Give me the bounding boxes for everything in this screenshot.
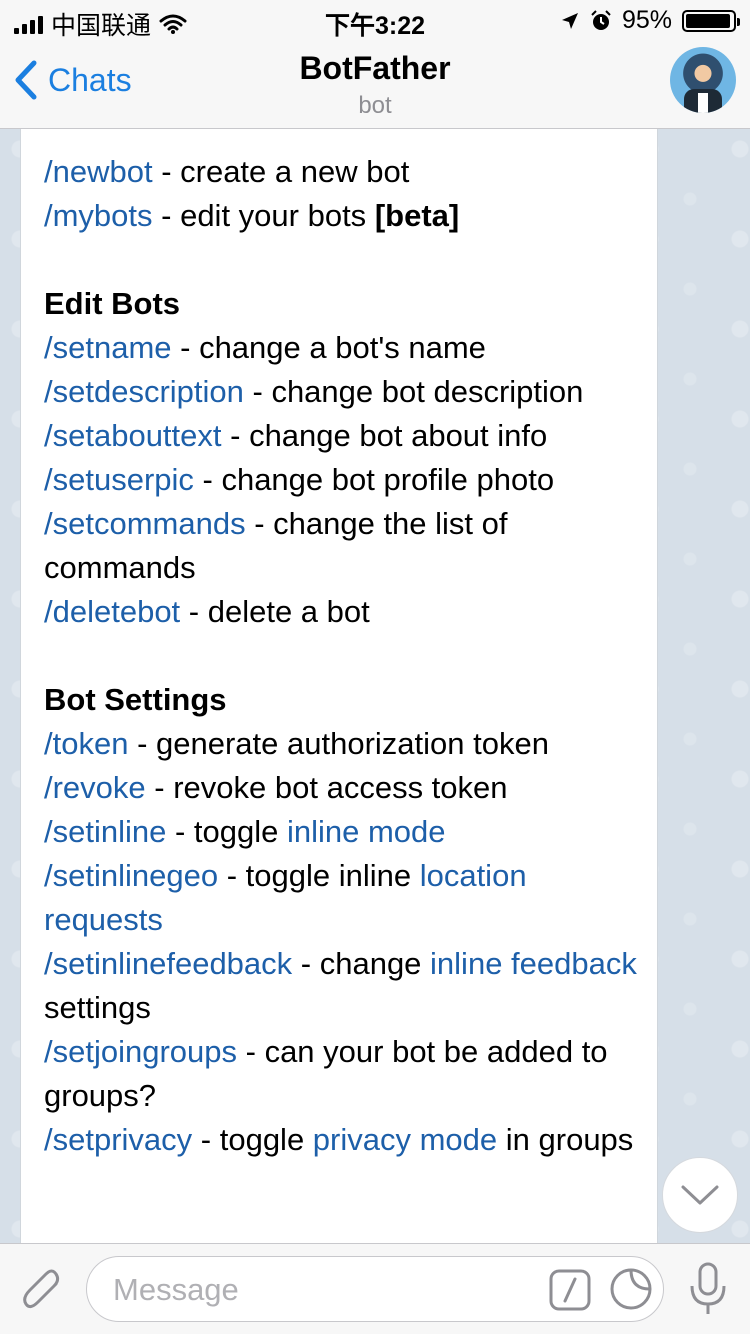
status-right: 95% [560,6,740,35]
command-description: - toggle [166,814,287,849]
message-line: /setinline - toggle inline mode [44,810,644,854]
command-description: - delete a bot [180,594,370,629]
message-line: /setuserpic - change bot profile photo [44,458,644,502]
message-line: /setjoingroups - can your bot be added t… [44,1030,644,1118]
message-line: /token - generate authorization token [44,722,644,766]
command-link[interactable]: /setcommands [44,506,246,541]
command-link[interactable]: /newbot [44,154,153,189]
message-line: /setdescription - change bot description [44,370,644,414]
message-line: /setprivacy - toggle privacy mode in gro… [44,1118,644,1162]
command-link[interactable]: /setprivacy [44,1122,192,1157]
command-description: - change bot profile photo [193,462,555,497]
message-line: /setname - change a bot's name [44,326,644,370]
battery-icon [682,9,740,32]
command-link[interactable]: /setuserpic [44,462,194,497]
microphone-icon[interactable] [688,1262,728,1318]
command-description: - create a new bot [152,154,410,189]
chat-subtitle: bot [358,92,392,119]
command-description: - revoke bot access token [145,770,508,805]
avatar[interactable] [670,47,736,113]
slash-command-icon[interactable] [549,1269,591,1311]
command-link[interactable]: /setinlinefeedback [44,946,292,981]
battery-fill [686,13,730,28]
battery-percent: 95% [621,6,672,34]
command-link[interactable]: /setinline [44,814,166,849]
chat-title[interactable]: BotFather [0,50,750,87]
message-line: /setinlinefeedback - change inline feedb… [44,942,644,1030]
section-heading: Edit Bots [44,286,181,321]
command-link[interactable]: /mybots [44,198,153,233]
input-bar [0,1243,750,1334]
command-description: - generate authorization token [128,726,549,761]
status-bar: 中国联通 下午3:22 95% [0,0,750,40]
message-line: /setcommands - change the list of comman… [44,502,644,590]
message-line: /mybots - edit your bots [beta] [44,194,644,238]
inline-link[interactable]: inline mode [287,814,446,849]
command-link[interactable]: /revoke [44,770,146,805]
command-description: - edit your bots [152,198,375,233]
command-description: - toggle inline [218,858,420,893]
message-field[interactable] [86,1256,664,1322]
chevron-down-icon [681,1185,719,1205]
inline-link[interactable]: inline feedback [430,946,637,981]
command-description: - change bot description [243,374,584,409]
command-description: - change a bot's name [171,330,486,365]
command-link[interactable]: /setinlinegeo [44,858,218,893]
message-line: /setinlinegeo - toggle inline location r… [44,854,644,942]
message-line: /setabouttext - change bot about info [44,414,644,458]
beta-label: [beta] [374,198,460,233]
chat-area[interactable]: /newbot - create a new bot /mybots - edi… [0,129,750,1243]
scroll-to-bottom-button[interactable] [662,1157,738,1233]
nav-bar: Chats BotFather bot [0,40,750,129]
command-description: - change [292,946,431,981]
message-input[interactable] [111,1267,535,1313]
message-text: /newbot - create a new bot /mybots - edi… [44,150,644,1162]
location-arrow-icon [561,12,578,29]
inline-link[interactable]: privacy mode [313,1122,497,1157]
section-heading: Bot Settings [44,682,227,717]
paperclip-icon[interactable] [20,1266,64,1314]
command-link[interactable]: /token [44,726,128,761]
message-line: /newbot - create a new bot [44,150,644,194]
message-line: /deletebot - delete a bot [44,590,644,634]
command-description: - change bot about info [221,418,548,453]
sticker-icon[interactable] [609,1267,653,1311]
command-description: - toggle [192,1122,313,1157]
command-description-tail: settings [44,990,151,1025]
command-link[interactable]: /setabouttext [44,418,222,453]
command-link[interactable]: /setname [44,330,172,365]
alarm-icon [591,9,611,30]
command-link[interactable]: /setdescription [44,374,244,409]
command-link[interactable]: /setjoingroups [44,1034,237,1069]
command-link[interactable]: /deletebot [44,594,180,629]
command-description-tail: in groups [497,1122,634,1157]
message-line: /revoke - revoke bot access token [44,766,644,810]
